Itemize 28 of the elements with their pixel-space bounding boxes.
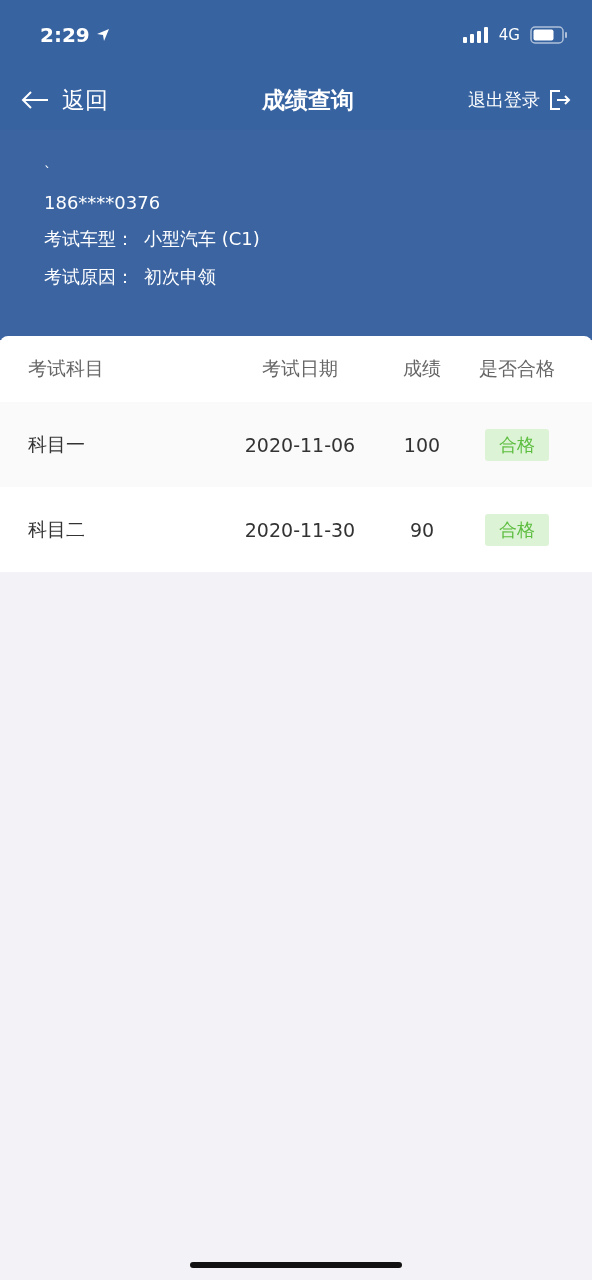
logout-button[interactable]: 退出登录 — [468, 88, 572, 112]
column-header: 考试科目 — [28, 356, 105, 381]
subject-cell-text: 科目一 — [28, 431, 86, 457]
column-header: 考试日期 — [261, 356, 339, 381]
result-tag: 合格 — [485, 513, 549, 546]
battery-icon — [530, 26, 568, 44]
info-label: 考试车型： — [44, 227, 134, 251]
info-label: 考试原因： — [44, 265, 134, 289]
info-value: 小型汽车 (C1) — [144, 227, 260, 251]
column-header: 成绩 — [402, 356, 442, 381]
back-button[interactable]: 返回 — [20, 84, 108, 116]
back-arrow-icon — [20, 90, 50, 110]
score-cell-text: 90 — [408, 518, 436, 541]
location-arrow-icon — [95, 28, 110, 42]
signal-icon — [462, 27, 489, 43]
user-name: ` — [44, 166, 52, 178]
date-cell-text: 2020-11-06 — [243, 433, 357, 456]
info-value: 初次申领 — [144, 265, 216, 289]
phone-number: 186****0376 — [44, 192, 162, 213]
date-cell-text: 2020-11-30 — [243, 518, 357, 541]
network-label: 4G — [498, 26, 520, 44]
logout-icon — [548, 88, 572, 112]
subject-cell-text: 科目二 — [28, 516, 86, 542]
score-cell-text: 100 — [402, 433, 442, 456]
result-tag: 合格 — [485, 428, 549, 461]
page-title: 成绩查询 — [262, 85, 354, 115]
column-header: 是否合格 — [478, 356, 556, 381]
status-time: 2:29 — [40, 23, 90, 47]
